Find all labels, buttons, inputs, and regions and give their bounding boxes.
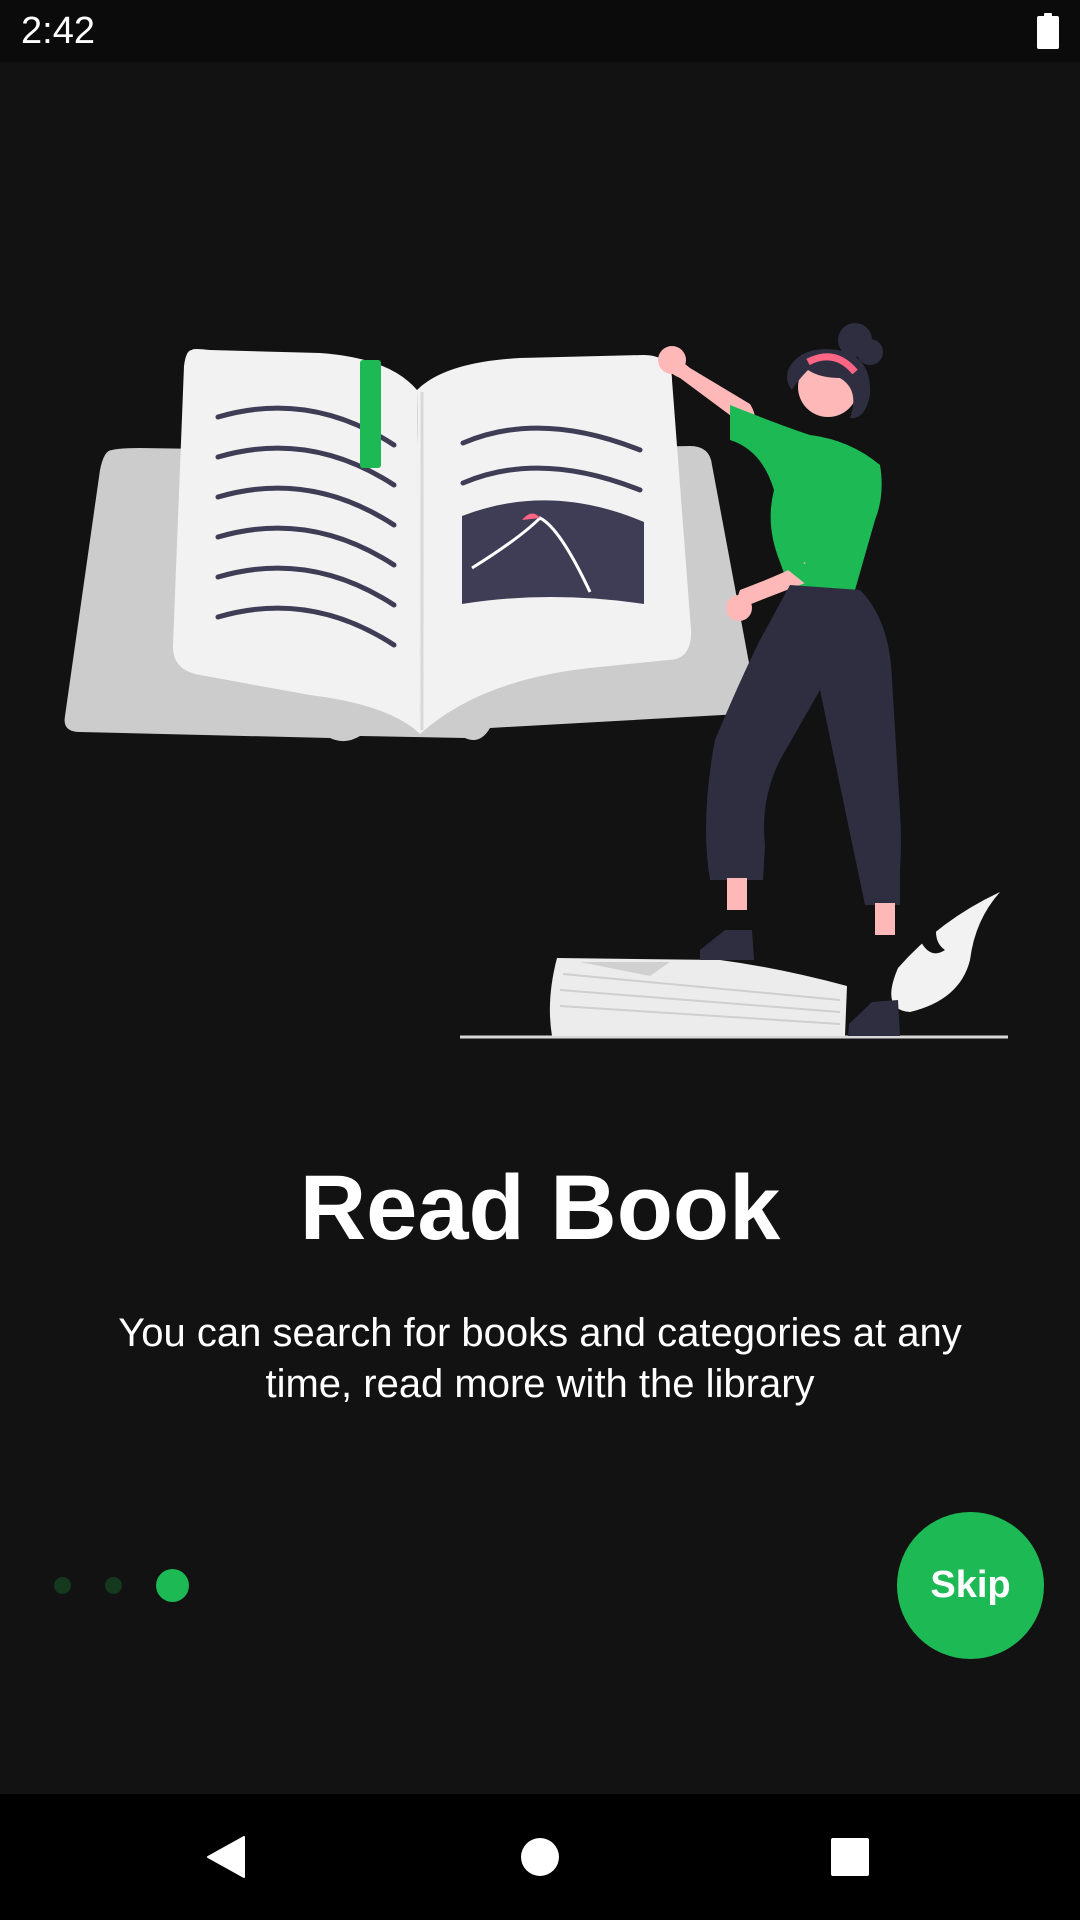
status-bar: 2:42: [0, 0, 1080, 62]
nav-back-button[interactable]: [146, 1794, 306, 1920]
page-dot-3-active[interactable]: [156, 1569, 189, 1602]
page-title: Read Book: [299, 1157, 781, 1259]
plant-leaf: [891, 892, 1000, 1012]
status-time: 2:42: [21, 10, 95, 52]
system-nav-bar: [0, 1794, 1080, 1920]
recents-square-icon: [831, 1838, 869, 1876]
page-dot-1[interactable]: [54, 1577, 71, 1594]
bookmark: [360, 360, 381, 468]
page-dot-2[interactable]: [105, 1577, 122, 1594]
skip-button[interactable]: Skip: [897, 1512, 1044, 1659]
book-picture: [462, 500, 644, 604]
onboarding-screen: 2:42 Read Book You can search for books …: [0, 0, 1080, 1920]
nav-recents-button[interactable]: [770, 1794, 930, 1920]
page-description: You can search for books and categories …: [118, 1311, 962, 1406]
battery-full-icon: [1037, 13, 1059, 49]
nav-home-button[interactable]: [460, 1794, 620, 1920]
back-triangle-icon: [207, 1836, 245, 1878]
home-circle-icon: [521, 1838, 559, 1876]
reading-woman-illustration: [64, 323, 1008, 1039]
